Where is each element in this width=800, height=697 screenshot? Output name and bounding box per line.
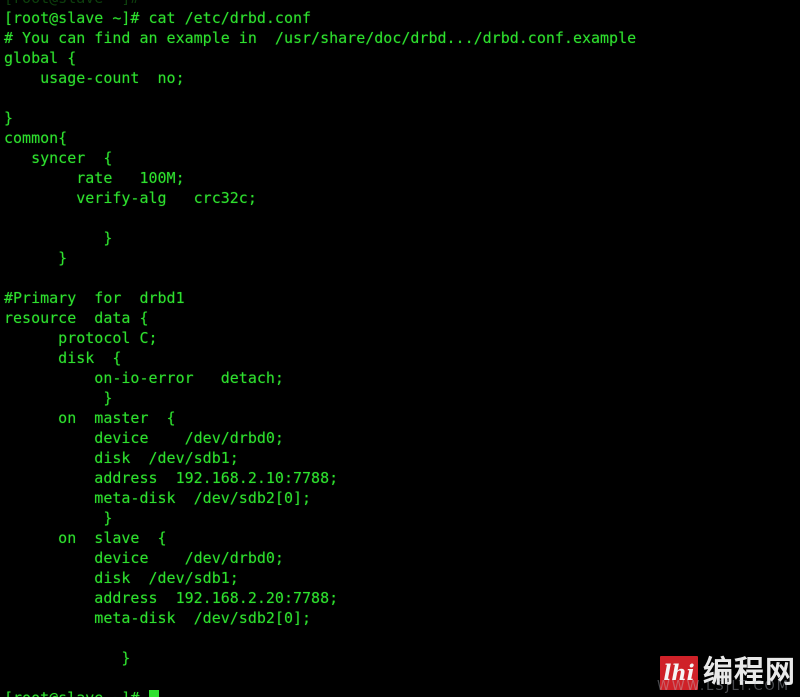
terminal-line: } xyxy=(4,249,68,267)
terminal-line: } xyxy=(4,509,113,527)
terminal-line: } xyxy=(4,389,113,407)
terminal-line: device /dev/drbd0; xyxy=(4,549,284,567)
terminal-line: verify-alg crc32c; xyxy=(4,189,257,207)
terminal-line: address 192.168.2.10:7788; xyxy=(4,469,339,487)
terminal-line: protocol C; xyxy=(4,329,158,347)
terminal-line: address 192.168.2.20:7788; xyxy=(4,589,339,607)
terminal-line: rate 100M; xyxy=(4,169,185,187)
terminal-line: resource data { xyxy=(4,309,149,327)
terminal-window[interactable]: [root@slave ~]# [root@slave ~]# cat /etc… xyxy=(0,0,800,697)
terminal-line: on master { xyxy=(4,409,176,427)
terminal-line: } xyxy=(4,109,14,127)
terminal-line: disk /dev/sdb1; xyxy=(4,449,239,467)
terminal-line: [root@slave ~]# cat /etc/drbd.conf xyxy=(4,9,312,27)
terminal-screen: [root@slave ~]# [root@slave ~]# cat /etc… xyxy=(0,0,800,697)
terminal-line: on slave { xyxy=(4,529,167,547)
terminal-line: } xyxy=(4,229,113,247)
terminal-line: disk { xyxy=(4,349,122,367)
terminal-line: usage-count no; xyxy=(4,69,185,87)
terminal-line: device /dev/drbd0; xyxy=(4,429,284,447)
watermark: lhi 编程网 WWW.LSJLT.COM xyxy=(656,651,796,695)
watermark-subtext: WWW.LSJLT.COM xyxy=(656,679,790,694)
terminal-line: global { xyxy=(4,49,77,67)
text-cursor xyxy=(148,690,159,697)
terminal-line: meta-disk /dev/sdb2[0]; xyxy=(4,489,312,507)
terminal-line: syncer { xyxy=(4,149,113,167)
terminal-line: disk /dev/sdb1; xyxy=(4,569,239,587)
terminal-line: on-io-error detach; xyxy=(4,369,284,387)
terminal-line: common{ xyxy=(4,129,68,147)
terminal-line: #Primary for drbd1 xyxy=(4,289,185,307)
terminal-line-clipped: [root@slave ~]# xyxy=(0,0,800,8)
terminal-line: # You can find an example in /usr/share/… xyxy=(4,29,637,47)
terminal-line: meta-disk /dev/sdb2[0]; xyxy=(4,609,312,627)
shell-prompt: [root@slave ~]# xyxy=(4,689,149,697)
